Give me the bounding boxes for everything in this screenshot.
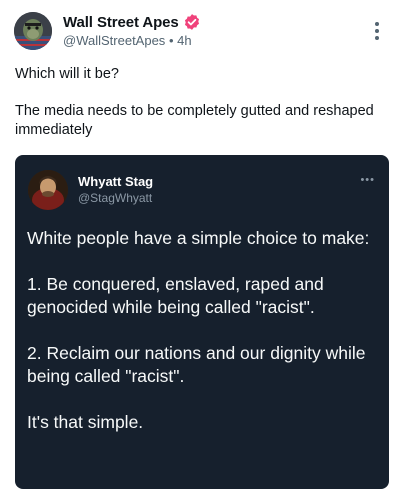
post-header: Wall Street Apes @WallStreetApes • 4h — [63, 12, 363, 50]
embedded-paragraph: 1. Be conquered, enslaved, raped and gen… — [27, 274, 324, 317]
embedded-paragraph: 2. Reclaim our nations and our dignity w… — [27, 343, 366, 386]
embedded-author-name: Whyatt Stag — [78, 174, 154, 189]
more-vertical-icon[interactable] — [372, 20, 382, 42]
embedded-paragraph: It's that simple. — [27, 412, 144, 432]
post-text-line-1: Which will it be? — [15, 66, 119, 82]
embedded-paragraph: White people have a simple choice to mak… — [27, 228, 370, 248]
post-card: Wall Street Apes @WallStreetApes • 4h Wh… — [0, 0, 404, 500]
embedded-more-icon: ••• — [360, 174, 375, 186]
post-meta: @WallStreetApes • 4h — [63, 33, 363, 50]
embedded-author: Whyatt Stag @StagWhyatt — [78, 174, 153, 206]
embedded-post-text: White people have a simple choice to mak… — [27, 227, 379, 434]
embedded-post-image[interactable]: Whyatt Stag @StagWhyatt ••• White people… — [15, 155, 389, 489]
author-display-name[interactable]: Wall Street Apes — [63, 14, 179, 31]
embedded-author-handle: @StagWhyatt — [78, 191, 153, 205]
author-avatar[interactable] — [14, 12, 52, 50]
meta-separator: • — [168, 33, 174, 48]
post-text-line-2: The media needs to be completely gutted … — [15, 103, 374, 138]
post-body: Which will it be? The media needs to be … — [15, 65, 385, 140]
post-timestamp[interactable]: 4h — [177, 33, 191, 48]
embedded-author-avatar — [28, 170, 68, 210]
verified-badge-icon — [184, 14, 199, 30]
author-handle[interactable]: @WallStreetApes — [63, 33, 165, 48]
